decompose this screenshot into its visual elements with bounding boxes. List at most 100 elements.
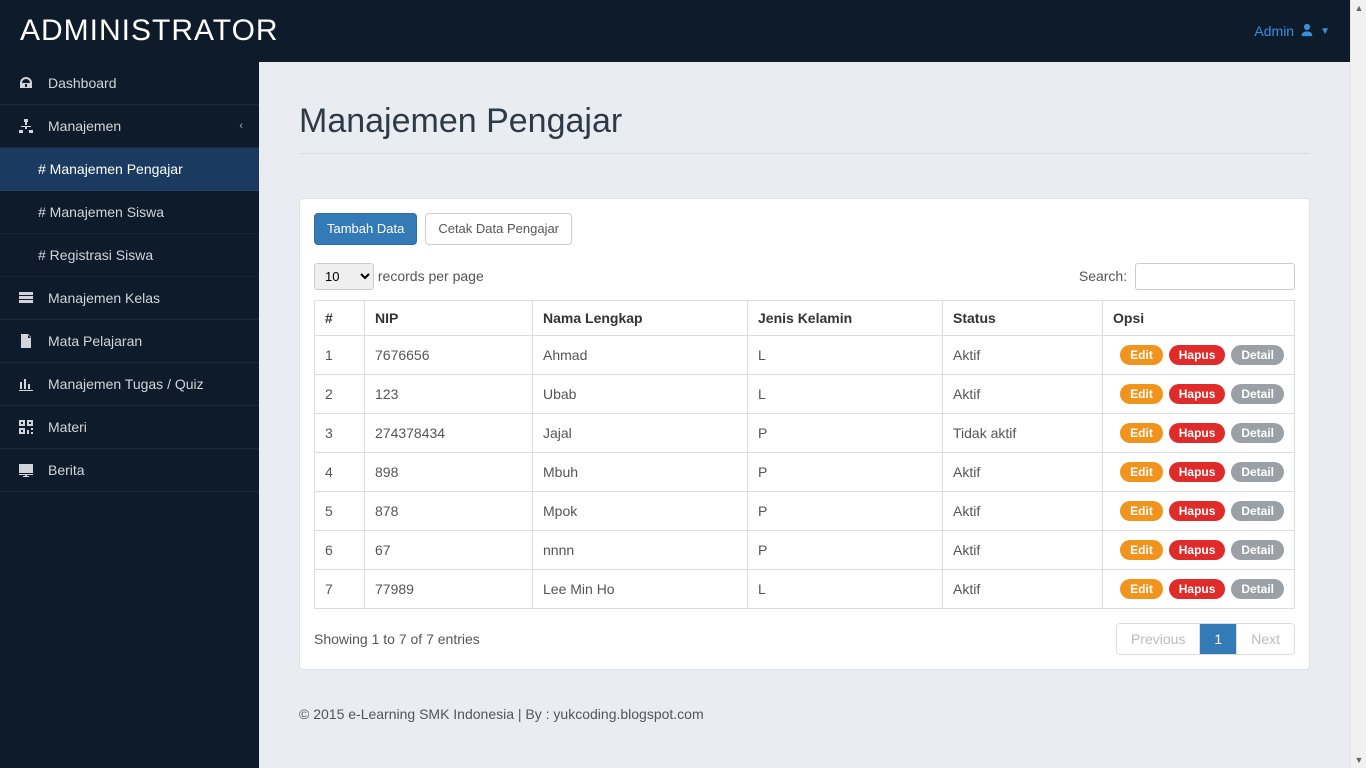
desktop-icon [18,462,34,478]
cell-opsi: Edit Hapus Detail [1103,336,1295,375]
detail-button[interactable]: Detail [1231,579,1284,599]
cell-nama: Mbuh [533,453,748,492]
cell-jk: P [748,414,943,453]
page-current[interactable]: 1 [1200,624,1237,654]
table-footer: Showing 1 to 7 of 7 entries Previous 1 N… [314,623,1295,655]
per-page-select[interactable]: 10 [314,263,374,290]
edit-button[interactable]: Edit [1120,462,1163,482]
cell-jk: P [748,531,943,570]
cell-opsi: Edit Hapus Detail [1103,453,1295,492]
sidebar-label: Berita [48,462,85,478]
delete-button[interactable]: Hapus [1169,579,1226,599]
cell-num: 1 [315,336,365,375]
cell-jk: L [748,570,943,609]
scroll-up-icon[interactable]: ▲ [1351,0,1366,16]
cell-num: 7 [315,570,365,609]
edit-button[interactable]: Edit [1120,579,1163,599]
detail-button[interactable]: Detail [1231,540,1284,560]
table-row: 4898MbuhPAktifEdit Hapus Detail [315,453,1295,492]
cell-opsi: Edit Hapus Detail [1103,492,1295,531]
detail-button[interactable]: Detail [1231,462,1284,482]
panel-actions: Tambah Data Cetak Data Pengajar [314,213,1295,245]
per-page-control: 10 records per page [314,263,484,290]
cell-nip: 123 [365,375,533,414]
th-nama[interactable]: Nama Lengkap [533,301,748,336]
page-next[interactable]: Next [1237,624,1294,654]
sidebar-sub-siswa[interactable]: # Manajemen Siswa [0,191,259,234]
cell-jk: P [748,453,943,492]
table-row: 2123UbabLAktifEdit Hapus Detail [315,375,1295,414]
search-label: Search: [1079,268,1127,284]
cell-status: Aktif [943,531,1103,570]
page-title: Manajemen Pengajar [299,102,1310,154]
cell-num: 3 [315,414,365,453]
search-input[interactable] [1135,263,1295,290]
th-status[interactable]: Status [943,301,1103,336]
search-control: Search: [1079,263,1295,290]
sidebar-sub-label: # Manajemen Pengajar [38,161,183,177]
cell-status: Aktif [943,570,1103,609]
sidebar-item-mapel[interactable]: Mata Pelajaran [0,320,259,363]
delete-button[interactable]: Hapus [1169,501,1226,521]
file-icon [18,333,34,349]
sidebar-sub-registrasi[interactable]: # Registrasi Siswa [0,234,259,277]
detail-button[interactable]: Detail [1231,345,1284,365]
chart-icon [18,376,34,392]
delete-button[interactable]: Hapus [1169,540,1226,560]
delete-button[interactable]: Hapus [1169,462,1226,482]
th-num[interactable]: # [315,301,365,336]
sidebar-label: Manajemen Tugas / Quiz [48,376,204,392]
detail-button[interactable]: Detail [1231,384,1284,404]
user-icon [1300,23,1314,40]
table-header-row: # NIP Nama Lengkap Jenis Kelamin Status … [315,301,1295,336]
cell-status: Aktif [943,453,1103,492]
delete-button[interactable]: Hapus [1169,345,1226,365]
cell-nip: 898 [365,453,533,492]
sidebar-item-materi[interactable]: Materi [0,406,259,449]
per-page-suffix: records per page [378,268,484,284]
print-button[interactable]: Cetak Data Pengajar [425,213,572,245]
grid-icon [18,290,34,306]
detail-button[interactable]: Detail [1231,423,1284,443]
th-jk[interactable]: Jenis Kelamin [748,301,943,336]
th-opsi[interactable]: Opsi [1103,301,1295,336]
scrollbar[interactable]: ▲ ▼ [1350,0,1366,768]
sidebar-sub-label: # Manajemen Siswa [38,204,164,220]
edit-button[interactable]: Edit [1120,345,1163,365]
cell-jk: L [748,375,943,414]
cell-opsi: Edit Hapus Detail [1103,375,1295,414]
page-prev[interactable]: Previous [1117,624,1200,654]
cell-nama: Lee Min Ho [533,570,748,609]
edit-button[interactable]: Edit [1120,384,1163,404]
cell-nip: 77989 [365,570,533,609]
sidebar-label: Materi [48,419,87,435]
sidebar-item-berita[interactable]: Berita [0,449,259,492]
sidebar-item-dashboard[interactable]: Dashboard [0,62,259,105]
cell-nip: 67 [365,531,533,570]
delete-button[interactable]: Hapus [1169,384,1226,404]
detail-button[interactable]: Detail [1231,501,1284,521]
sidebar-sub-label: # Registrasi Siswa [38,247,153,263]
topbar: ADMINISTRATOR Admin ▼ [0,0,1350,62]
cell-num: 2 [315,375,365,414]
caret-down-icon: ▼ [1320,26,1330,37]
delete-button[interactable]: Hapus [1169,423,1226,443]
table-row: 777989Lee Min HoLAktifEdit Hapus Detail [315,570,1295,609]
sidebar-item-tugas[interactable]: Manajemen Tugas / Quiz [0,363,259,406]
data-table: # NIP Nama Lengkap Jenis Kelamin Status … [314,300,1295,609]
sidebar-item-manajemen[interactable]: Manajemen ‹ [0,105,259,148]
edit-button[interactable]: Edit [1120,501,1163,521]
sidebar-item-kelas[interactable]: Manajemen Kelas [0,277,259,320]
cell-opsi: Edit Hapus Detail [1103,570,1295,609]
sidebar-sub-pengajar[interactable]: # Manajemen Pengajar [0,148,259,191]
cell-num: 6 [315,531,365,570]
scroll-down-icon[interactable]: ▼ [1351,752,1366,768]
user-menu[interactable]: Admin ▼ [1254,23,1330,40]
sidebar-label: Manajemen Kelas [48,290,160,306]
edit-button[interactable]: Edit [1120,423,1163,443]
th-nip[interactable]: NIP [365,301,533,336]
content-area: Manajemen Pengajar Tambah Data Cetak Dat… [259,62,1350,768]
chevron-left-icon: ‹ [239,120,243,132]
edit-button[interactable]: Edit [1120,540,1163,560]
add-button[interactable]: Tambah Data [314,213,417,245]
